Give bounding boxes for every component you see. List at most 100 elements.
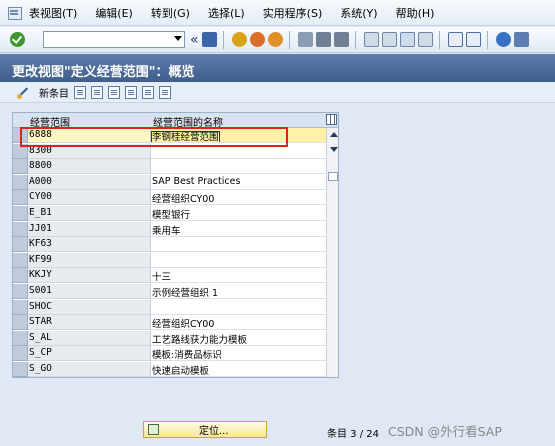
business-area-name-cell[interactable]: 快速启动模板 <box>151 362 326 377</box>
business-area-name-cell[interactable] <box>151 299 326 315</box>
business-area-name-cell[interactable]: 乘用车 <box>151 221 326 237</box>
business-area-cell[interactable]: SHOC <box>28 299 151 315</box>
business-area-name-cell[interactable] <box>151 237 326 253</box>
scroll-thumb[interactable] <box>328 172 338 181</box>
toolbar-separator <box>288 30 290 49</box>
command-field[interactable] <box>43 31 185 48</box>
business-area-cell[interactable]: A000 <box>28 174 151 190</box>
business-area-cell[interactable]: S001 <box>28 284 151 299</box>
row-selector[interactable] <box>13 299 28 315</box>
first-page-icon[interactable] <box>363 32 379 47</box>
scroll-down-icon[interactable] <box>330 147 338 152</box>
business-area-name-cell[interactable]: 模型银行 <box>151 206 326 221</box>
scroll-up-icon[interactable] <box>330 132 338 137</box>
select-block-icon[interactable] <box>142 86 154 99</box>
menu-system[interactable]: 系统(Y) <box>340 5 377 21</box>
row-selector[interactable] <box>13 221 28 237</box>
new-entries-icon[interactable] <box>17 86 30 99</box>
save-icon[interactable] <box>201 32 217 47</box>
deselect-all-icon[interactable] <box>159 86 171 99</box>
customize-layout-icon[interactable] <box>513 32 529 47</box>
application-toolbar: 新条目 <box>0 83 555 103</box>
business-area-cell[interactable]: S_AL <box>28 330 151 346</box>
table-row[interactable]: E_B1 模型银行 <box>13 206 326 221</box>
menu-utilities[interactable]: 实用程序(S) <box>263 5 323 21</box>
business-area-name-cell[interactable]: SAP Best Practices <box>151 174 326 190</box>
select-all-icon[interactable] <box>125 86 137 99</box>
table-row[interactable]: CY00 经营组织CY00 <box>13 190 326 206</box>
row-selector[interactable] <box>13 159 28 175</box>
collapse-command-icon[interactable]: « <box>190 33 199 47</box>
business-area-cell[interactable]: STAR <box>28 315 151 331</box>
table-row[interactable]: JJ01 乘用车 <box>13 221 326 237</box>
command-dropdown-icon[interactable] <box>174 36 182 41</box>
row-selector[interactable] <box>13 190 28 206</box>
business-area-name-cell[interactable]: 模板:消费品标识 <box>151 346 326 362</box>
row-selector[interactable] <box>13 284 28 299</box>
row-selector[interactable] <box>13 362 28 377</box>
menu-goto[interactable]: 转到(G) <box>151 5 190 21</box>
business-area-cell[interactable]: CY00 <box>28 190 151 206</box>
business-area-cell[interactable]: S_GO <box>28 362 151 377</box>
table-row[interactable]: S_GO 快速启动模板 <box>13 362 326 377</box>
cancel-icon[interactable] <box>267 32 283 47</box>
business-area-name-cell[interactable]: 工艺路线获力能力模板 <box>151 330 326 346</box>
row-selector[interactable] <box>13 174 28 190</box>
print-icon[interactable] <box>297 32 313 47</box>
table-row[interactable]: KF99 <box>13 252 326 268</box>
row-selector[interactable] <box>13 237 28 253</box>
menu-help[interactable]: 帮助(H) <box>396 5 435 21</box>
undo-change-icon[interactable] <box>108 86 120 99</box>
back-icon[interactable] <box>231 32 247 47</box>
business-area-cell[interactable]: 8800 <box>28 159 151 175</box>
enter-check-icon[interactable] <box>10 32 25 47</box>
business-area-name-cell[interactable]: 经营组织CY00 <box>151 190 326 206</box>
business-area-name-cell[interactable]: 示例经营组织 1 <box>151 284 326 299</box>
table-row[interactable]: S001 示例经营组织 1 <box>13 284 326 299</box>
business-area-name-cell[interactable]: 十三 <box>151 268 326 284</box>
table-row[interactable]: SHOC <box>13 299 326 315</box>
business-area-name-cell[interactable] <box>151 159 326 175</box>
table-row[interactable]: S_CP 模板:消费品标识 <box>13 346 326 362</box>
business-area-cell[interactable]: S_CP <box>28 346 151 362</box>
find-next-icon[interactable] <box>333 32 349 47</box>
menu-selection[interactable]: 选择(L) <box>208 5 245 21</box>
system-menu-icon[interactable] <box>5 4 23 22</box>
copy-as-icon[interactable] <box>74 86 86 99</box>
row-selector[interactable] <box>13 346 28 362</box>
business-area-cell[interactable]: E_B1 <box>28 206 151 221</box>
menu-table-view[interactable]: 表视图(T) <box>29 5 77 21</box>
menu-edit[interactable]: 编辑(E) <box>95 5 133 21</box>
table-row[interactable]: A000 SAP Best Practices <box>13 174 326 190</box>
find-icon[interactable] <box>315 32 331 47</box>
row-selector[interactable] <box>13 268 28 284</box>
next-page-icon[interactable] <box>399 32 415 47</box>
new-entries-button[interactable]: 新条目 <box>39 85 69 100</box>
table-row[interactable]: S_AL 工艺路线获力能力模板 <box>13 330 326 346</box>
table-row[interactable]: 8800 <box>13 159 326 175</box>
table-row[interactable]: STAR 经营组织CY00 <box>13 315 326 331</box>
row-selector[interactable] <box>13 206 28 221</box>
exit-icon[interactable] <box>249 32 265 47</box>
delete-icon[interactable] <box>91 86 103 99</box>
position-button[interactable]: 定位... <box>143 421 267 438</box>
row-selector[interactable] <box>13 315 28 331</box>
business-area-cell[interactable]: KF63 <box>28 237 151 253</box>
business-area-cell[interactable]: KKJY <box>28 268 151 284</box>
table-row[interactable]: KF63 <box>13 237 326 253</box>
business-area-table: 经营范围 经营范围的名称 6888 李钢桂经营范围 8300 8800 A000 SAP … <box>12 112 339 378</box>
row-selector[interactable] <box>13 330 28 346</box>
row-selector[interactable] <box>13 252 28 268</box>
previous-page-icon[interactable] <box>381 32 397 47</box>
table-settings-icon[interactable] <box>326 114 337 125</box>
business-area-cell[interactable]: KF99 <box>28 252 151 268</box>
business-area-name-cell[interactable] <box>151 252 326 268</box>
business-area-name-cell[interactable]: 经营组织CY00 <box>151 315 326 331</box>
new-session-icon[interactable] <box>447 32 463 47</box>
business-area-cell[interactable]: JJ01 <box>28 221 151 237</box>
shortcut-icon[interactable] <box>465 32 481 47</box>
table-row[interactable]: KKJY 十三 <box>13 268 326 284</box>
last-page-icon[interactable] <box>417 32 433 47</box>
help-icon[interactable] <box>495 32 511 47</box>
vertical-scrollbar[interactable] <box>326 128 338 377</box>
